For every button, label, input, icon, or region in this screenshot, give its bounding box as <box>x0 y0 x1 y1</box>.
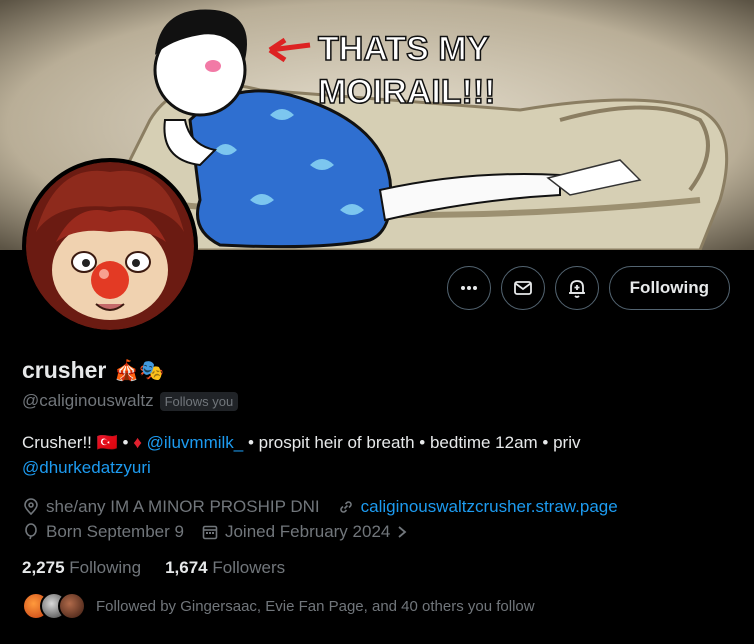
followers-count: 1,674 <box>165 558 208 577</box>
chevron-right-icon <box>398 525 407 538</box>
following-label: Following <box>69 558 142 577</box>
more-horizontal-icon <box>460 286 477 290</box>
website-item[interactable]: caliginouswaltzcrusher.straw.page <box>337 494 618 519</box>
bio-mention-2[interactable]: @dhurkedatzyuri <box>22 458 151 477</box>
notifications-button[interactable] <box>554 266 599 310</box>
bio-text-2: • <box>117 433 134 452</box>
profile-actions: Following <box>446 266 730 310</box>
location-text: she/any IM A MINOR PROSHIP DNI <box>46 497 320 516</box>
bio: Crusher!! 🇹🇷 • ♦ @iluvmmilk_ • prospit h… <box>22 430 722 480</box>
follower-facepile <box>22 592 86 620</box>
bio-mention-1[interactable]: @iluvmmilk_ <box>147 433 244 452</box>
calendar-icon <box>202 525 218 539</box>
banner-caption-1: THATS MY <box>318 30 490 68</box>
location-pin-icon <box>24 497 38 515</box>
message-button[interactable] <box>500 266 545 310</box>
birthday-item: Born September 9 <box>22 519 184 544</box>
diamond-icon: ♦ <box>133 433 142 452</box>
location-item: she/any IM A MINOR PROSHIP DNI <box>22 494 320 519</box>
banner-caption-2: MOIRAIL!!! <box>318 73 496 111</box>
bio-text-1: Crusher!! <box>22 433 97 452</box>
bio-text-3: • prospit heir of breath • bedtime 12am … <box>243 433 581 452</box>
followers-count-link[interactable]: 1,674 Followers <box>165 558 285 578</box>
followed-by-row[interactable]: Followed by Gingersaac, Evie Fan Page, a… <box>22 592 535 620</box>
joined-item[interactable]: Joined February 2024 <box>201 519 408 544</box>
more-button[interactable] <box>446 266 491 310</box>
avatar[interactable] <box>22 158 198 334</box>
following-count-link[interactable]: 2,275 Following <box>22 558 141 578</box>
handle: @caliginouswaltz <box>22 391 154 410</box>
balloon-icon <box>25 522 37 539</box>
following-button[interactable]: Following <box>608 266 730 310</box>
handle-row: @caliginouswaltz Follows you <box>22 391 239 411</box>
joined-text: Joined February 2024 <box>224 522 391 541</box>
following-count: 2,275 <box>22 558 65 577</box>
profile-meta: she/any IM A MINOR PROSHIP DNI caliginou… <box>22 494 628 544</box>
follows-you-badge: Follows you <box>159 391 239 411</box>
follow-counts: 2,275 Following 1,674 Followers <box>22 558 285 578</box>
bell-plus-icon <box>568 280 585 298</box>
name-row: crusher 🎪🎭 <box>22 357 164 384</box>
flag-emoji: 🇹🇷 <box>96 433 118 452</box>
followers-label: Followers <box>212 558 286 577</box>
birthday-text: Born September 9 <box>46 522 184 541</box>
avatar-image <box>26 162 194 330</box>
follower-avatar <box>58 592 86 620</box>
website-link[interactable]: caliginouswaltzcrusher.straw.page <box>361 494 618 519</box>
link-icon <box>339 500 352 513</box>
display-name: crusher <box>22 357 107 383</box>
name-emoji: 🎪🎭 <box>114 360 165 382</box>
followed-by-text: Followed by Gingersaac, Evie Fan Page, a… <box>96 597 535 615</box>
envelope-icon <box>513 281 532 295</box>
